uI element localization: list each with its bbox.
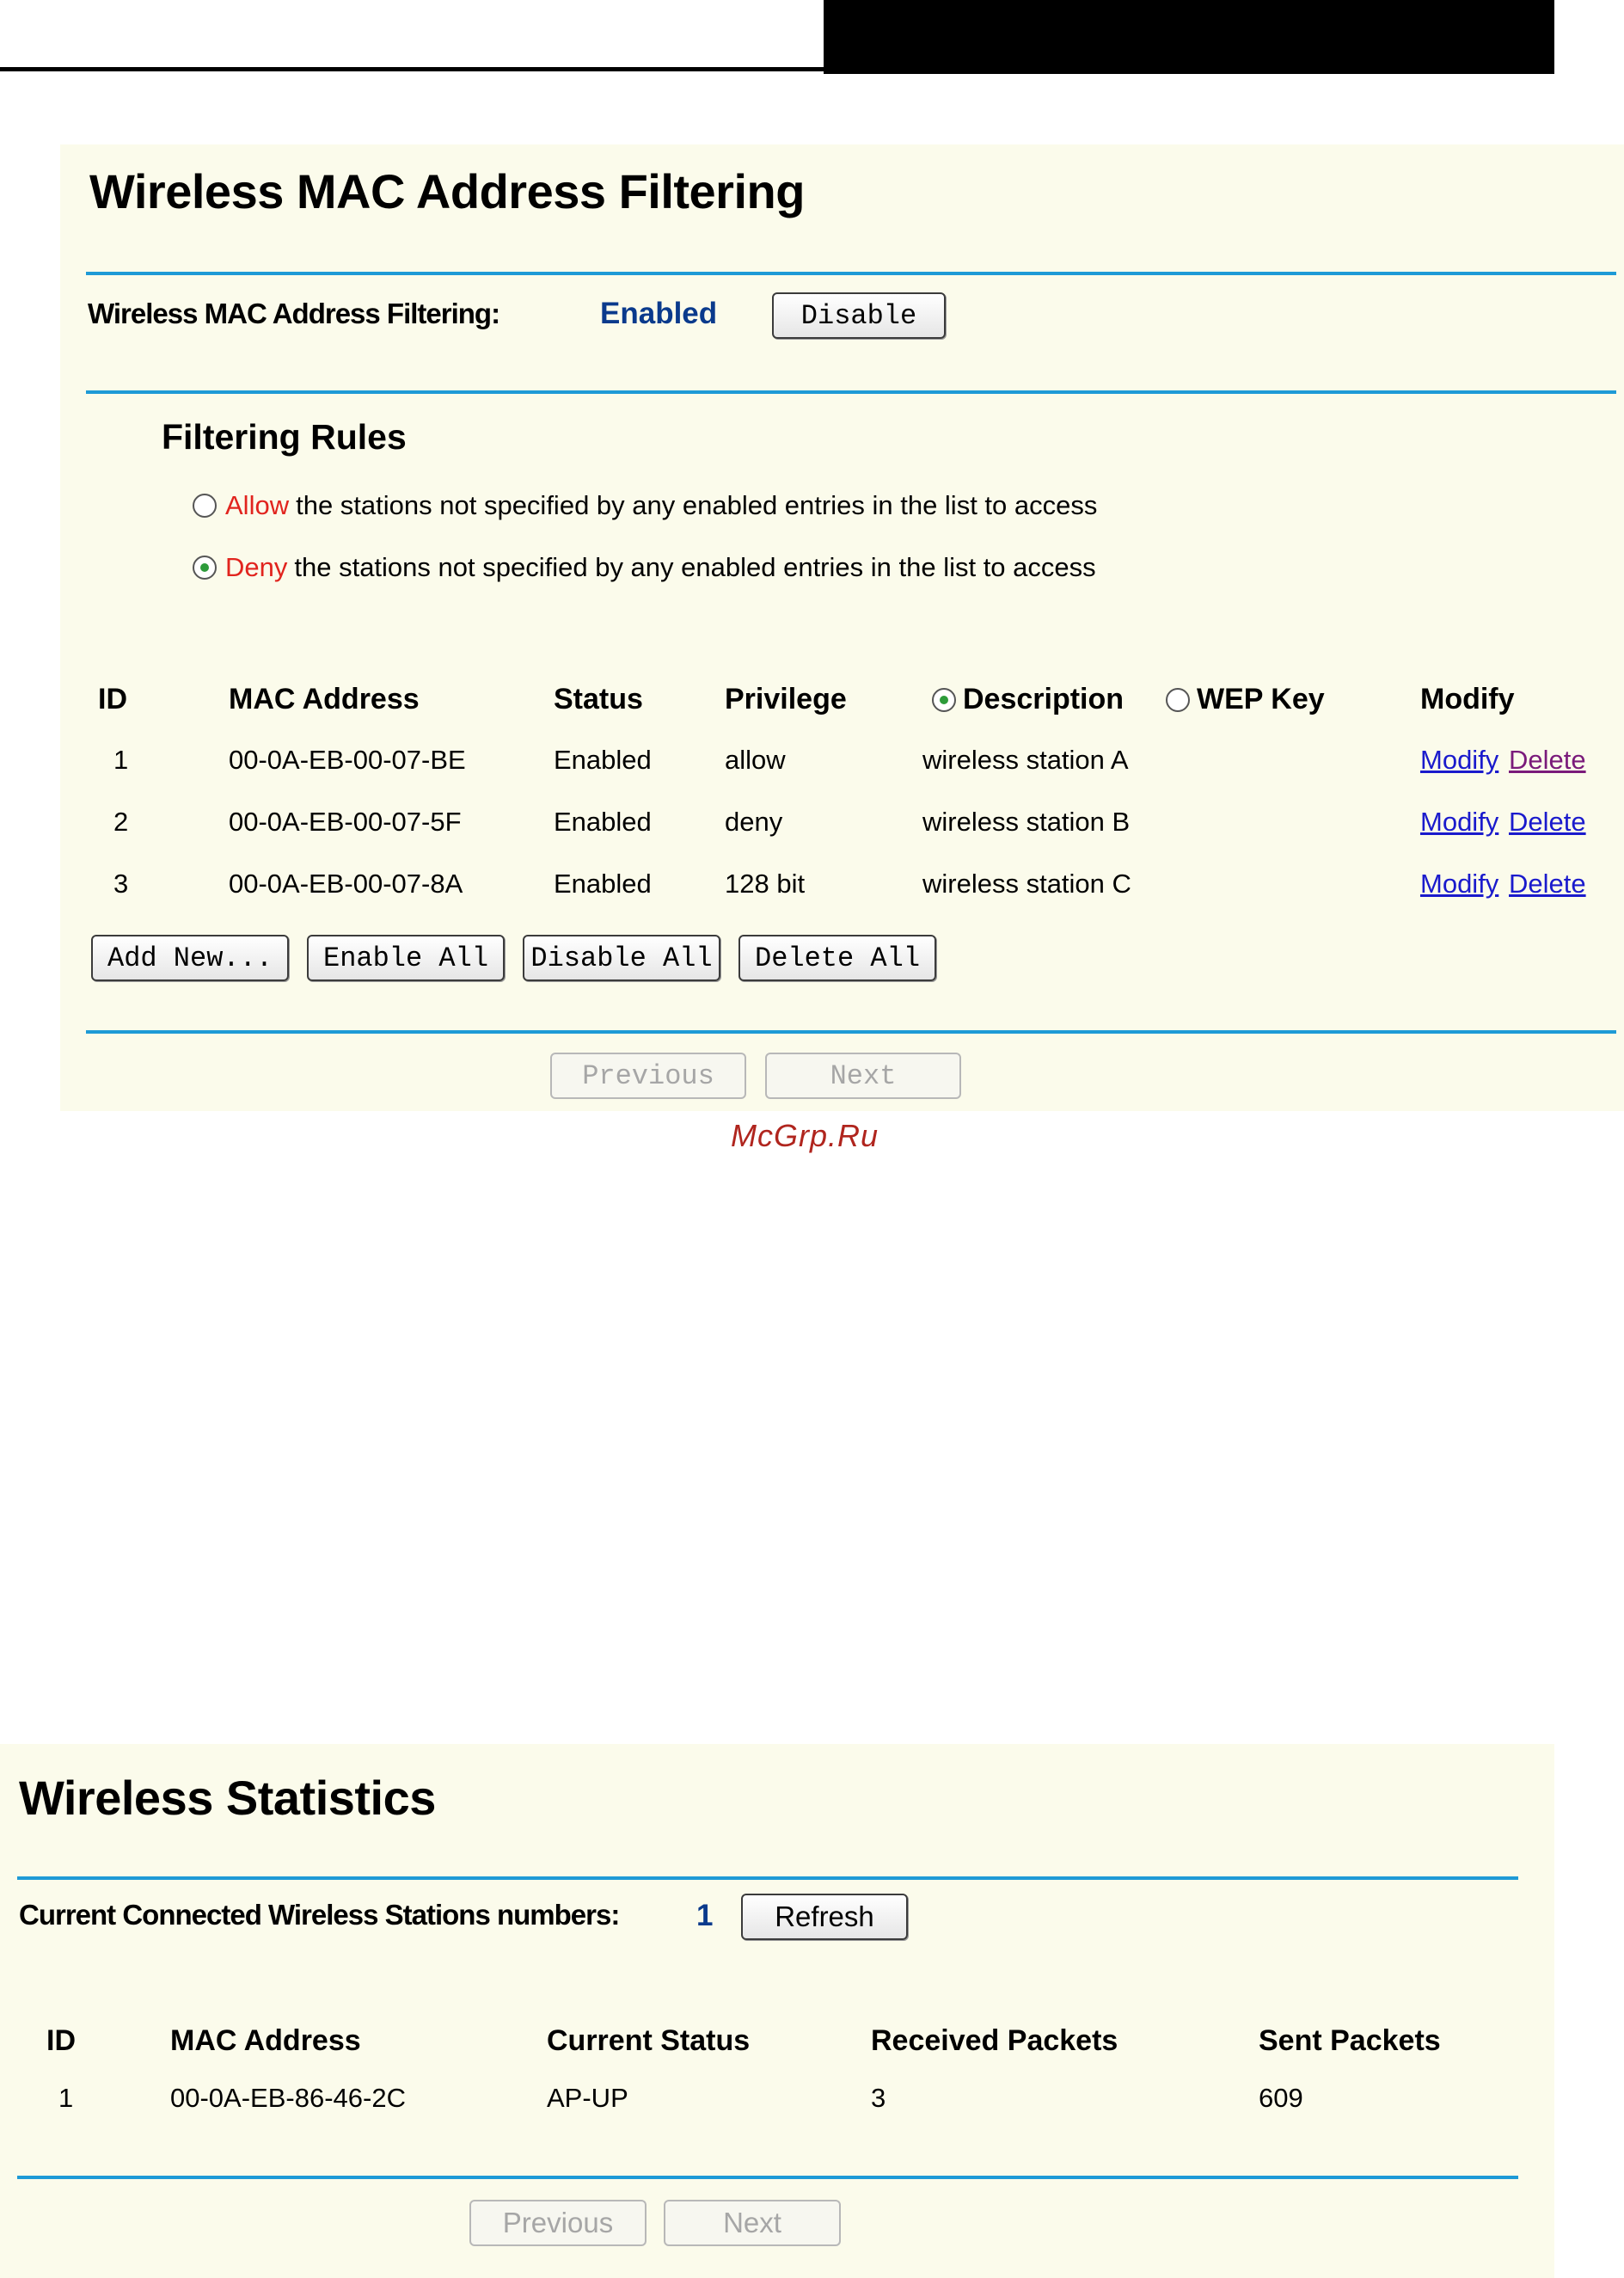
column-header-sent-packets: Sent Packets <box>1259 2024 1441 2057</box>
column-header-wep-key[interactable]: WEP Key <box>1166 683 1325 716</box>
previous-button[interactable]: Previous <box>469 2200 647 2246</box>
deny-radio[interactable] <box>193 556 217 580</box>
watermark-text: McGrp.Ru <box>731 1118 879 1153</box>
filtering-status-label: Wireless MAC Address Filtering: <box>88 298 500 329</box>
wireless-statistics-panel: Wireless Statistics Current Connected Wi… <box>0 1744 1554 2278</box>
row-id: 3 <box>113 869 129 899</box>
disable-button[interactable]: Disable <box>772 292 946 339</box>
deny-keyword: Deny <box>225 552 288 582</box>
allow-radio[interactable] <box>193 494 217 518</box>
row-mac: 00-0A-EB-86-46-2C <box>170 2083 406 2113</box>
row-mac: 00-0A-EB-00-07-BE <box>229 745 466 775</box>
rule-deny-row[interactable]: Deny the stations not specified by any e… <box>193 552 1096 583</box>
column-header-modify: Modify <box>1420 683 1515 715</box>
page-title: Wireless MAC Address Filtering <box>89 164 805 218</box>
row-mac: 00-0A-EB-00-07-5F <box>229 807 462 837</box>
section-divider <box>86 390 1616 394</box>
modify-link[interactable]: Modify <box>1420 745 1498 776</box>
column-header-status: Status <box>554 683 643 715</box>
previous-button[interactable]: Previous <box>550 1053 746 1099</box>
modify-link[interactable]: Modify <box>1420 807 1498 838</box>
row-privilege: deny <box>725 807 783 837</box>
row-current-status: AP-UP <box>547 2083 628 2113</box>
row-description: wireless station A <box>922 745 1129 775</box>
filtering-rules-heading: Filtering Rules <box>162 417 407 457</box>
delete-all-button[interactable]: Delete All <box>738 935 936 981</box>
filtering-status-value: Enabled <box>600 297 718 330</box>
row-privilege: 128 bit <box>725 869 806 899</box>
next-button[interactable]: Next <box>765 1053 961 1099</box>
section-divider <box>86 272 1616 275</box>
modify-link[interactable]: Modify <box>1420 869 1498 900</box>
section-divider <box>17 1876 1518 1880</box>
column-header-mac: MAC Address <box>229 683 420 715</box>
row-status: Enabled <box>554 807 652 837</box>
disable-all-button[interactable]: Disable All <box>523 935 720 981</box>
header-black-block <box>824 0 1554 74</box>
row-status: Enabled <box>554 745 652 775</box>
connected-stations-label: Current Connected Wireless Stations numb… <box>19 1899 620 1931</box>
enable-all-button[interactable]: Enable All <box>307 935 505 981</box>
mac-filtering-panel: Wireless MAC Address Filtering Wireless … <box>60 144 1624 1111</box>
row-mac: 00-0A-EB-00-07-8A <box>229 869 463 899</box>
refresh-button[interactable]: Refresh <box>741 1894 908 1940</box>
description-header-label: Description <box>963 683 1125 715</box>
allow-rule-text: the stations not specified by any enable… <box>296 490 1098 520</box>
row-received-packets: 3 <box>871 2083 886 2113</box>
delete-link[interactable]: Delete <box>1509 745 1586 776</box>
page-title: Wireless Statistics <box>19 1771 436 1825</box>
header-rule <box>0 67 825 71</box>
deny-rule-text: the stations not specified by any enable… <box>294 552 1096 582</box>
row-privilege: allow <box>725 745 786 775</box>
column-header-mac: MAC Address <box>170 2024 361 2057</box>
column-header-id: ID <box>98 683 127 715</box>
description-radio[interactable] <box>932 687 956 712</box>
column-header-id: ID <box>46 2024 76 2057</box>
row-id: 2 <box>113 807 129 837</box>
row-description: wireless station B <box>922 807 1131 837</box>
next-button[interactable]: Next <box>664 2200 841 2246</box>
delete-link[interactable]: Delete <box>1509 869 1586 900</box>
add-new-button[interactable]: Add New... <box>91 935 289 981</box>
connected-stations-value: 1 <box>696 1899 714 1932</box>
column-header-current-status: Current Status <box>547 2024 751 2057</box>
column-header-description[interactable]: Description <box>932 683 1124 716</box>
delete-link[interactable]: Delete <box>1509 807 1586 838</box>
row-description: wireless station C <box>922 869 1131 899</box>
row-id: 1 <box>113 745 129 775</box>
section-divider <box>17 2176 1518 2179</box>
row-sent-packets: 609 <box>1259 2083 1303 2113</box>
wep-key-radio[interactable] <box>1166 687 1190 712</box>
column-header-privilege: Privilege <box>725 683 847 715</box>
row-id: 1 <box>58 2083 74 2113</box>
allow-keyword: Allow <box>225 490 290 520</box>
rule-allow-row[interactable]: Allow the stations not specified by any … <box>193 490 1097 521</box>
column-header-received-packets: Received Packets <box>871 2024 1118 2057</box>
section-divider <box>86 1030 1616 1034</box>
row-status: Enabled <box>554 869 652 899</box>
wep-key-header-label: WEP Key <box>1197 683 1325 715</box>
